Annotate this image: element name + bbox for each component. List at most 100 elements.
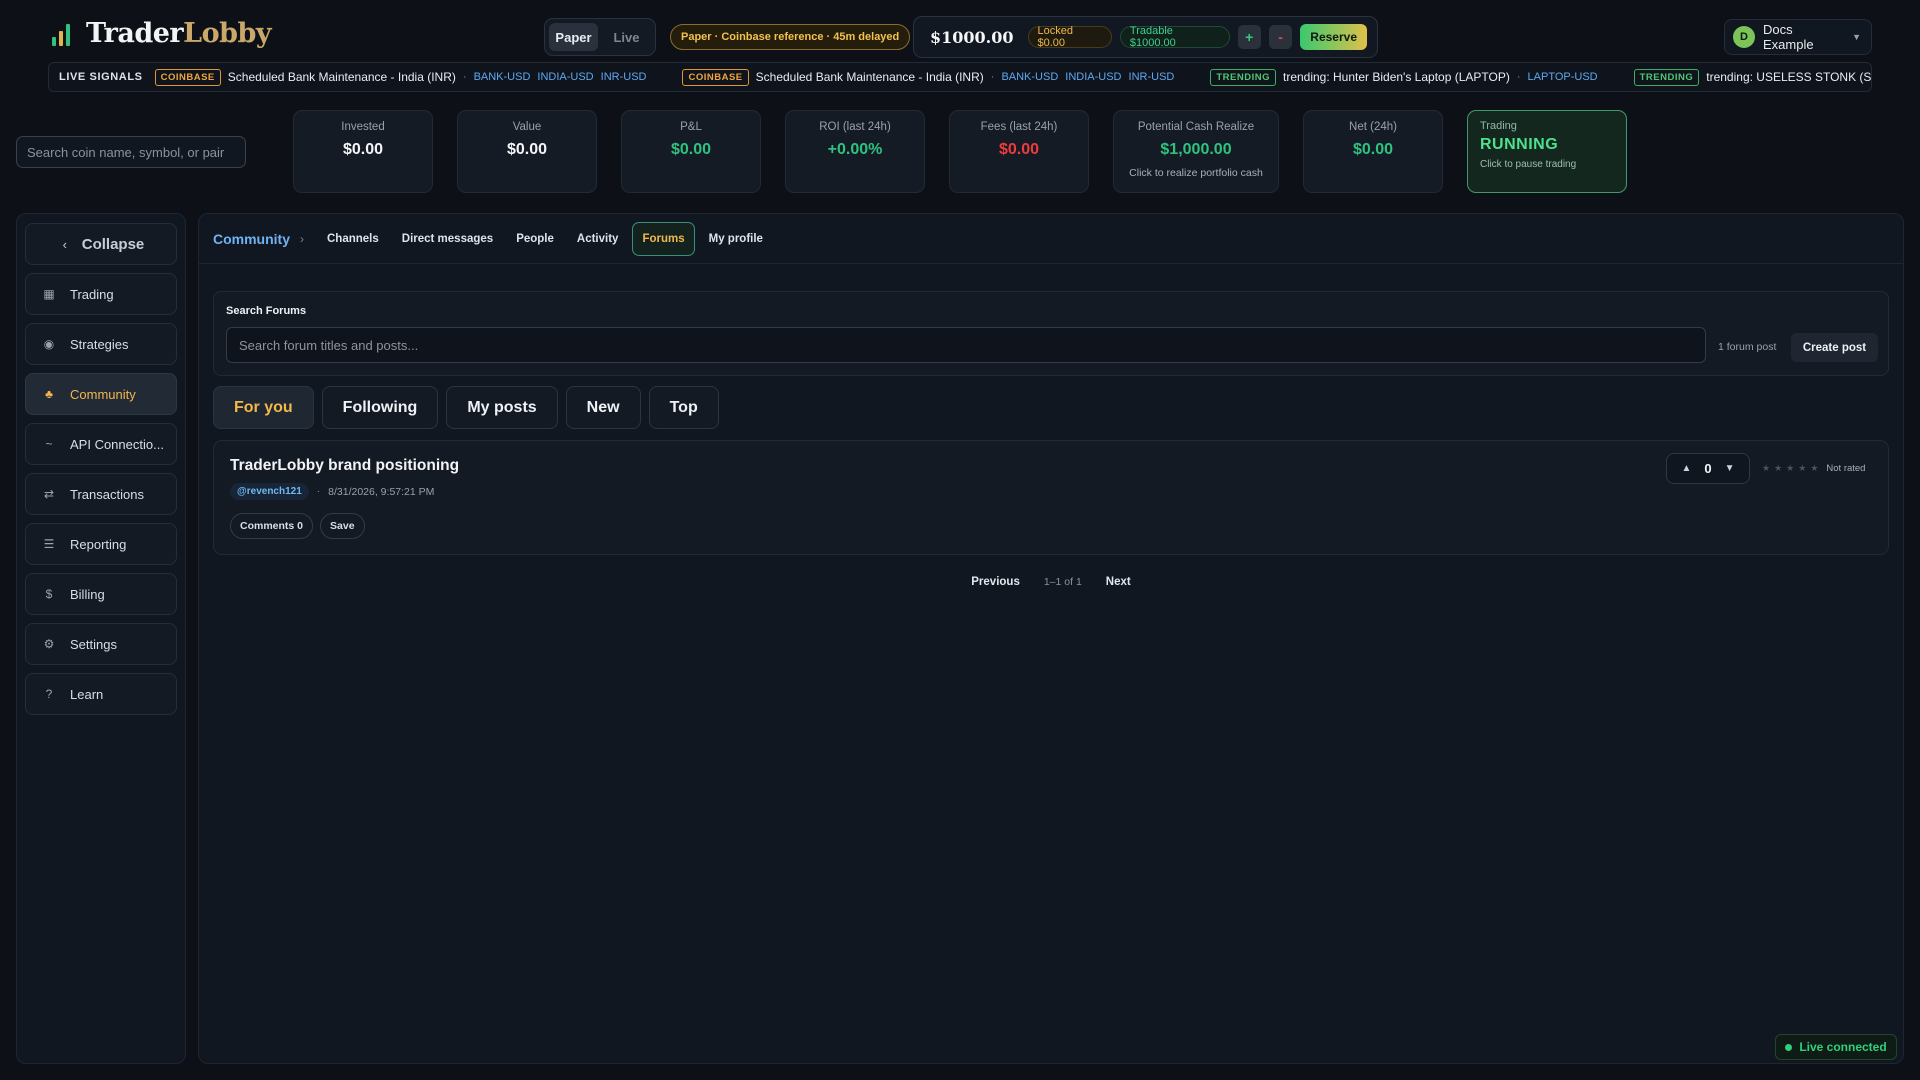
reserve-button[interactable]: Reserve — [1300, 24, 1367, 50]
ticker-symbol[interactable]: LAPTOP-USD — [1528, 71, 1598, 83]
forum-search-input[interactable] — [226, 327, 1706, 363]
ticker-symbol[interactable]: INR-USD — [601, 71, 647, 83]
ticker-source-badge: COINBASE — [154, 68, 221, 86]
create-post-button[interactable]: Create post — [1791, 333, 1878, 362]
mode-live-button[interactable]: Live — [602, 23, 651, 51]
sidebar-item-learn[interactable]: ? Learn — [25, 673, 177, 715]
sidebar-item-api-connections[interactable]: ~ API Connectio... — [25, 423, 177, 465]
stat-value: $0.00 — [1352, 141, 1394, 158]
user-menu[interactable]: D Docs Example ▼ — [1724, 19, 1872, 55]
forum-filter-tabs: For you Following My posts New Top — [213, 386, 719, 429]
sidebar-item-label: Billing — [70, 586, 105, 602]
sidebar-item-reporting[interactable]: ☰ Reporting — [25, 523, 177, 565]
separator-dot-icon: · — [990, 71, 995, 83]
tab-my-profile[interactable]: My profile — [700, 222, 772, 256]
star-icon[interactable]: ★ — [1786, 463, 1794, 474]
stat-roi: ROI (last 24h) +0.00% — [785, 110, 925, 193]
brand-name-part1: Trader — [86, 18, 184, 49]
post-title[interactable]: TraderLobby brand positioning — [230, 457, 459, 475]
stat-value-card: Value $0.00 — [457, 110, 597, 193]
post-author[interactable]: @revench121 — [230, 483, 309, 500]
stat-hint: Click to realize portfolio cash — [1129, 167, 1263, 179]
stat-label: Net (24h) — [1349, 121, 1397, 133]
sidebar-item-label: Trading — [70, 286, 114, 302]
tab-activity[interactable]: Activity — [568, 222, 628, 256]
rating-label: Not rated — [1826, 463, 1866, 474]
separator-dot-icon: · — [1516, 71, 1521, 83]
sidebar-item-strategies[interactable]: ◉ Strategies — [25, 323, 177, 365]
filter-new[interactable]: New — [565, 386, 641, 429]
sidebar-item-billing[interactable]: $ Billing — [25, 573, 177, 615]
transfer-icon: ⇄ — [43, 487, 55, 501]
star-icon[interactable]: ★ — [1798, 463, 1806, 474]
sidebar-item-trading[interactable]: ▦ Trading — [25, 273, 177, 315]
star-icon[interactable]: ★ — [1762, 463, 1770, 474]
sidebar-item-label: API Connectio... — [70, 436, 164, 452]
star-icon[interactable]: ★ — [1774, 463, 1782, 474]
filter-my-posts[interactable]: My posts — [446, 386, 558, 429]
stat-label: Potential Cash Realize — [1137, 121, 1255, 133]
ticker-symbol[interactable]: INDIA-USD — [1065, 71, 1121, 83]
ticker-item[interactable]: TRENDING trending: Hunter Biden's Laptop… — [1210, 68, 1598, 86]
section-title: Search Forums — [226, 305, 307, 317]
stat-value: $0.00 — [506, 141, 548, 158]
trading-status-value: RUNNING — [1480, 136, 1559, 153]
ticker-symbol[interactable]: INDIA-USD — [537, 71, 593, 83]
tab-direct-messages[interactable]: Direct messages — [393, 222, 502, 256]
trading-status-toggle[interactable]: Trading RUNNING Click to pause trading — [1467, 110, 1627, 193]
previous-page-button[interactable]: Previous — [971, 576, 1020, 588]
reference-status-badge: Paper · Coinbase reference · 45m delayed — [670, 24, 911, 50]
separator-dot-icon: · — [316, 486, 321, 497]
upvote-icon[interactable]: ▲ — [1681, 463, 1691, 474]
connection-status-badge: Live connected — [1775, 1034, 1897, 1060]
ticker-text: trending: USELESS STONK (STONK — [1706, 70, 1872, 84]
tab-people[interactable]: People — [507, 222, 563, 256]
community-subnav: Community › Channels Direct messages Peo… — [199, 214, 1903, 264]
ticker-item[interactable]: COINBASE Scheduled Bank Maintenance - In… — [154, 68, 647, 86]
forum-search-section: Search Forums 1 forum post Create post — [213, 291, 1889, 376]
ticker-item[interactable]: TRENDING trending: USELESS STONK (STONK — [1633, 68, 1872, 86]
next-page-button[interactable]: Next — [1106, 576, 1131, 588]
coin-search-input[interactable] — [16, 136, 246, 168]
ticker-symbol[interactable]: BANK-USD — [474, 71, 531, 83]
sidebar-item-settings[interactable]: ⚙ Settings — [25, 623, 177, 665]
filter-for-you[interactable]: For you — [213, 386, 314, 429]
tradable-balance-chip: Tradable $1000.00 — [1119, 25, 1230, 49]
tab-forums[interactable]: Forums — [632, 221, 695, 256]
chart-bars-icon — [52, 22, 74, 46]
collapse-button[interactable]: ‹ Collapse — [25, 223, 177, 265]
filter-top[interactable]: Top — [648, 386, 719, 429]
breadcrumb[interactable]: Community — [213, 231, 290, 247]
strategy-icon: ◉ — [43, 337, 55, 351]
brand-logo[interactable]: TraderLobby — [52, 18, 272, 49]
ticker-symbol[interactable]: INR-USD — [1129, 71, 1175, 83]
grid-icon: ▦ — [43, 287, 55, 301]
community-panel: Community › Channels Direct messages Peo… — [198, 213, 1904, 1064]
forum-post-count: 1 forum post — [1718, 341, 1777, 353]
save-post-button[interactable]: Save — [320, 513, 365, 539]
ticker-source-badge: COINBASE — [682, 68, 749, 86]
live-signals-ticker: LIVE SIGNALS COINBASE Scheduled Bank Mai… — [48, 62, 1872, 92]
sidebar-item-transactions[interactable]: ⇄ Transactions — [25, 473, 177, 515]
stat-label: Value — [512, 121, 542, 133]
ticker-item[interactable]: COINBASE Scheduled Bank Maintenance - In… — [682, 68, 1175, 86]
status-dot-icon — [1785, 1043, 1793, 1051]
post-meta: @revench121 · 8/31/2026, 9:57:21 PM — [230, 483, 434, 500]
remove-funds-button[interactable]: - — [1268, 25, 1293, 49]
collapse-label: Collapse — [81, 235, 145, 253]
stat-potential-cash[interactable]: Potential Cash Realize $1,000.00 Click t… — [1113, 110, 1279, 193]
connection-status-text: Live connected — [1799, 1040, 1887, 1054]
filter-following[interactable]: Following — [321, 386, 439, 429]
ticker-symbol[interactable]: BANK-USD — [1001, 71, 1058, 83]
downvote-icon[interactable]: ▼ — [1725, 463, 1735, 474]
comments-button[interactable]: Comments 0 — [230, 513, 314, 539]
add-funds-button[interactable]: + — [1237, 25, 1261, 49]
sidebar-item-community[interactable]: ♣ Community — [25, 373, 177, 415]
stat-label: P&L — [680, 121, 702, 133]
star-icon[interactable]: ★ — [1810, 463, 1818, 474]
mode-paper-button[interactable]: Paper — [549, 23, 598, 51]
ticker-label: LIVE SIGNALS — [59, 71, 143, 83]
wallet-balance: $1000.00 — [930, 27, 1014, 47]
pagination: Previous 1–1 of 1 Next — [199, 576, 1903, 588]
tab-channels[interactable]: Channels — [318, 222, 388, 256]
